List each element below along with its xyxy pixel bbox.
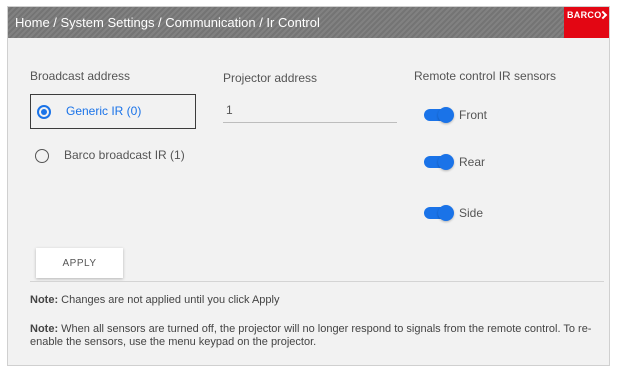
- radio-selected-icon[interactable]: [37, 105, 51, 119]
- toggle-knob-icon[interactable]: [438, 205, 454, 221]
- generic-ir-label: Generic IR (0): [66, 104, 142, 118]
- toggle-knob-icon[interactable]: [438, 107, 454, 123]
- note-text: Changes are not applied until you click …: [58, 294, 280, 306]
- breadcrumb: Home / System Settings / Communication /…: [15, 15, 320, 30]
- projector-address-input[interactable]: [223, 99, 397, 117]
- broadcast-address-label: Broadcast address: [30, 69, 131, 83]
- note-text: When all sensors are turned off, the pro…: [30, 323, 592, 348]
- note-prefix: Note:: [30, 323, 59, 335]
- barco-broadcast-ir-label: Barco broadcast IR (1): [64, 148, 185, 162]
- barco-logo: BARCO: [564, 7, 609, 38]
- side-sensor-label: Side: [459, 206, 484, 220]
- front-sensor-label: Front: [459, 108, 488, 122]
- toggle-knob-icon[interactable]: [438, 154, 454, 170]
- note-prefix: Note:: [30, 294, 59, 306]
- rear-sensor-label: Rear: [459, 155, 486, 169]
- apply-button[interactable]: APPLY: [36, 248, 123, 278]
- ir-sensors-label: Remote control IR sensors: [414, 69, 557, 83]
- front-sensor-toggle[interactable]: [424, 107, 454, 123]
- sensors-note: Note: When all sensors are turned off, t…: [30, 323, 604, 349]
- radio-unselected-icon[interactable]: [35, 149, 49, 163]
- ir-control-panel: Home / System Settings / Communication /…: [7, 6, 610, 366]
- apply-note: Note: Changes are not applied until you …: [30, 294, 600, 307]
- projector-address-label: Projector address: [223, 71, 318, 85]
- rear-sensor-toggle[interactable]: [424, 154, 454, 170]
- side-sensor-toggle[interactable]: [424, 205, 454, 221]
- projector-address-field[interactable]: [223, 99, 397, 123]
- divider: [30, 281, 604, 282]
- header-bar: Home / System Settings / Communication /…: [8, 7, 609, 38]
- logo-text: BARCO: [567, 10, 602, 20]
